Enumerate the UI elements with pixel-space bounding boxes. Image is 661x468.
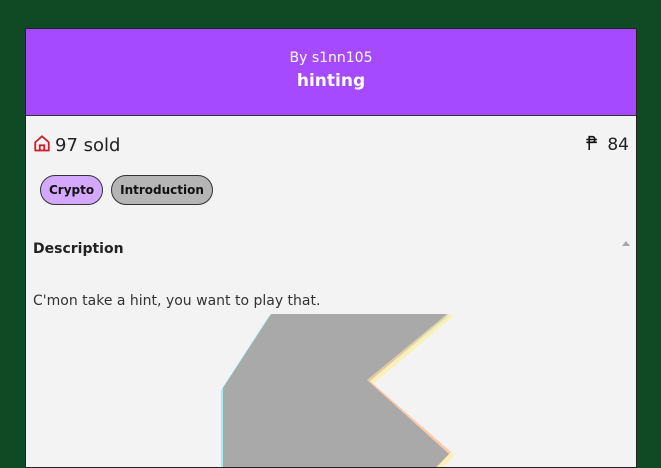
description-panel[interactable]: Description C'mon take a hint, you want …: [33, 232, 616, 467]
meta-row: 97 sold 84: [33, 133, 629, 157]
sold-label: 97 sold: [55, 134, 121, 156]
scroll-up-arrow-icon[interactable]: [622, 241, 630, 246]
sold-count: 97 sold: [33, 134, 120, 157]
description-scrollbar[interactable]: [616, 232, 636, 467]
challenge-title: hinting: [296, 71, 366, 91]
challenge-image: [221, 314, 453, 467]
author-label: By s1nn105: [289, 50, 373, 66]
tag-list: Crypto Introduction: [40, 175, 213, 205]
description-text: C'mon take a hint, you want to play that…: [33, 293, 321, 309]
tag-introduction[interactable]: Introduction: [111, 175, 213, 205]
description-heading: Description: [33, 241, 124, 257]
peso-icon: [585, 135, 599, 156]
home-icon: [33, 134, 51, 157]
points-value: 84: [607, 135, 629, 155]
tag-crypto[interactable]: Crypto: [40, 175, 104, 205]
points: 84: [585, 135, 629, 156]
challenge-card[interactable]: By s1nn105 hinting 97 sold 84 Crypto Int…: [25, 28, 637, 468]
card-header: By s1nn105 hinting: [26, 29, 636, 116]
